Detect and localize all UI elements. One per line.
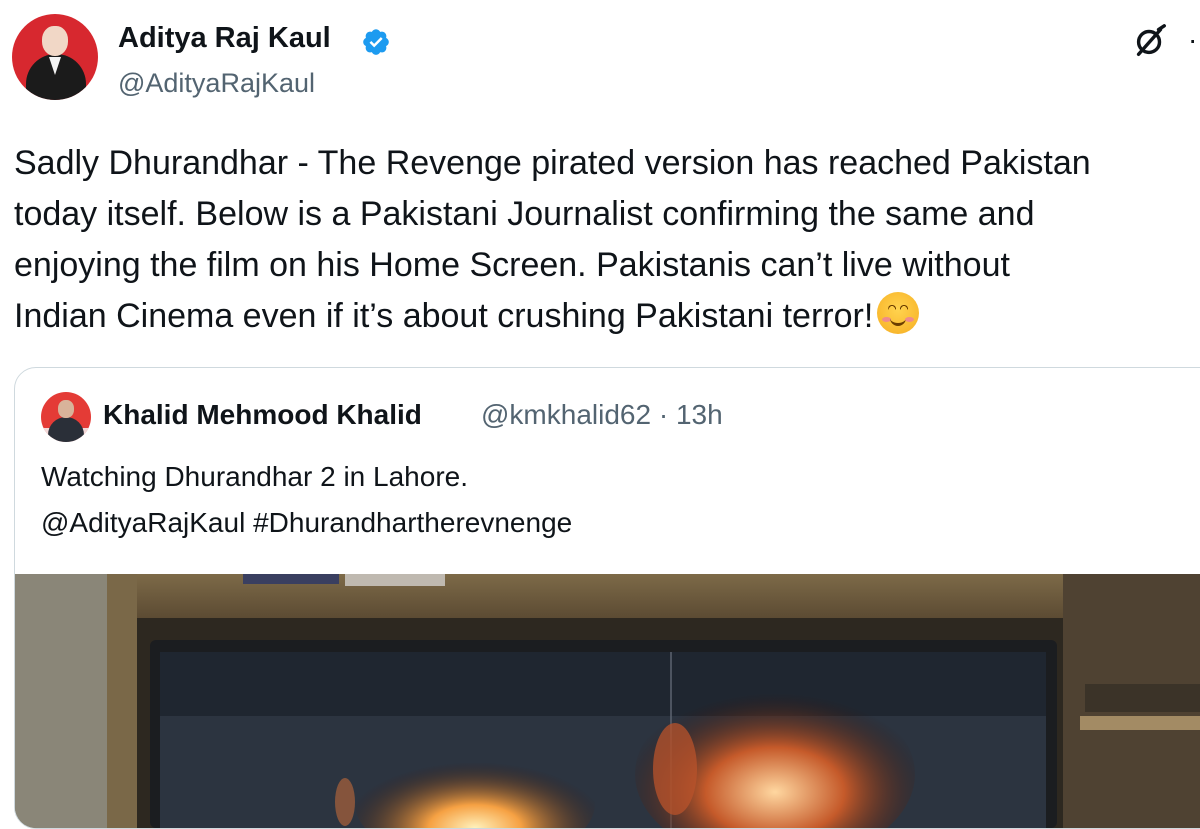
emoji-eyes <box>888 305 909 310</box>
author-handle[interactable]: @AdityaRajKaul <box>118 66 315 100</box>
author-avatar[interactable] <box>12 14 98 100</box>
quoted-author-handle[interactable]: @kmkhalid62 <box>481 399 651 430</box>
quoted-avatar-head-shape <box>58 400 74 418</box>
quoted-tweet-card[interactable]: Khalid Mehmood Khalid @kmkhalid62 · 13h … <box>14 367 1200 829</box>
quoted-avatar-body-shape <box>48 417 84 442</box>
smiling-face-emoji-icon <box>877 292 920 334</box>
quoted-media-photo[interactable] <box>15 574 1200 828</box>
tweet-text: Sadly Dhurandhar - The Revenge pirated v… <box>14 138 1200 342</box>
quoted-time[interactable]: 13h <box>676 399 723 430</box>
author-name[interactable]: Aditya Raj Kaul <box>118 20 331 56</box>
quoted-author-meta: @kmkhalid62 · 13h <box>481 397 723 433</box>
emoji-mouth <box>890 313 907 326</box>
quoted-author-avatar[interactable] <box>41 392 91 442</box>
quoted-time-separator: · <box>658 399 669 430</box>
avatar-head-shape <box>42 26 68 56</box>
tv-screen-photo-image <box>15 574 1200 828</box>
quoted-author-name[interactable]: Khalid Mehmood Khalid <box>103 397 422 433</box>
tweet-text-content: Sadly Dhurandhar - The Revenge pirated v… <box>14 144 1091 335</box>
more-icon[interactable]: · <box>1188 26 1197 54</box>
verified-badge-icon <box>363 29 389 55</box>
grok-icon[interactable] <box>1131 22 1169 60</box>
quoted-tweet-text: Watching Dhurandhar 2 in Lahore. @Aditya… <box>41 461 573 538</box>
